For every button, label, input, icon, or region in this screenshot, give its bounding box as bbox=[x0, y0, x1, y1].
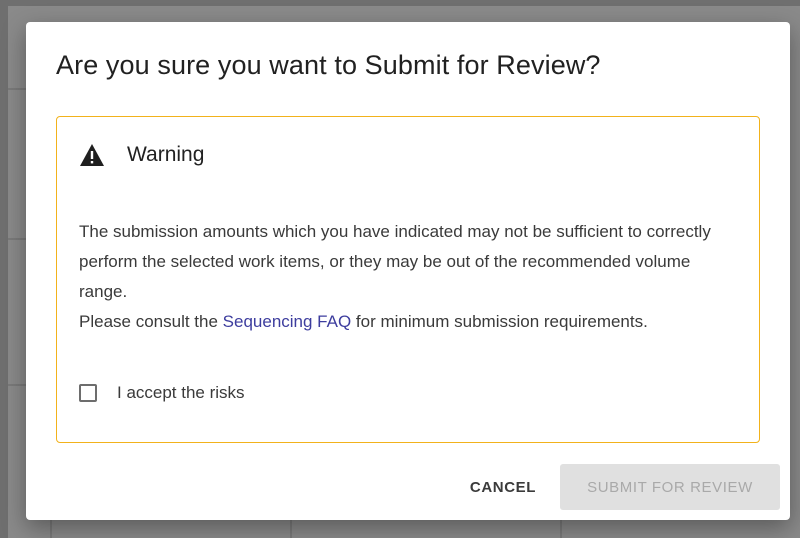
consult-prefix: Please consult the bbox=[79, 312, 223, 331]
modal-backdrop: Are you sure you want to Submit for Revi… bbox=[0, 0, 800, 538]
accept-risks-row[interactable]: I accept the risks bbox=[79, 383, 245, 403]
background-divider bbox=[50, 520, 52, 538]
warning-heading: Warning bbox=[127, 143, 205, 166]
warning-panel: Warning The submission amounts which you… bbox=[56, 116, 760, 443]
warning-triangle-icon bbox=[79, 143, 105, 167]
background-divider bbox=[8, 88, 28, 90]
submit-for-review-button[interactable]: SUBMIT FOR REVIEW bbox=[560, 464, 780, 510]
dialog-actions: CANCEL SUBMIT FOR REVIEW bbox=[452, 464, 780, 510]
accept-risks-label[interactable]: I accept the risks bbox=[117, 383, 245, 403]
background-divider bbox=[8, 384, 28, 386]
background-divider bbox=[8, 238, 28, 240]
background-divider bbox=[560, 520, 562, 538]
dialog-title: Are you sure you want to Submit for Revi… bbox=[56, 50, 601, 80]
warning-message-text: The submission amounts which you have in… bbox=[79, 222, 711, 301]
submit-review-dialog: Are you sure you want to Submit for Revi… bbox=[26, 22, 790, 520]
accept-risks-checkbox[interactable] bbox=[79, 384, 97, 402]
background-divider bbox=[290, 520, 292, 538]
consult-suffix: for minimum submission requirements. bbox=[351, 312, 648, 331]
warning-message: The submission amounts which you have in… bbox=[79, 217, 739, 337]
warning-header: Warning bbox=[79, 143, 204, 167]
sequencing-faq-link[interactable]: Sequencing FAQ bbox=[223, 312, 352, 331]
cancel-button[interactable]: CANCEL bbox=[452, 467, 554, 508]
